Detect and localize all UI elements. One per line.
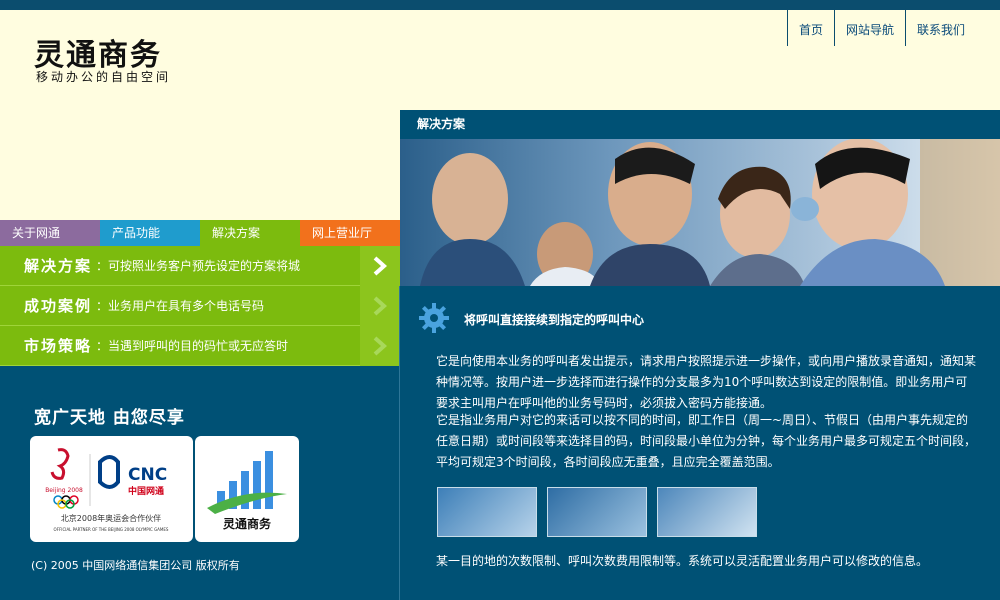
menu-item-strategy[interactable]: 市场策略 ：当遇到呼叫的目的码忙或无应答时 xyxy=(0,326,400,366)
thumbnail-laptop[interactable] xyxy=(437,487,537,537)
top-bar xyxy=(0,0,1000,10)
menu-item-desc: ：业务用户在具有多个电话号码 xyxy=(96,299,265,313)
nav-sitemap[interactable]: 网站导航 xyxy=(833,10,905,46)
partner-line2: OFFICIAL PARTNER OF THE BEIJING 2008 OLY… xyxy=(54,527,169,532)
menu-item-title: 市场策略 xyxy=(24,337,93,355)
product-logo-card[interactable]: 灵通商务 xyxy=(195,436,299,542)
thumbnail-keyboard[interactable] xyxy=(657,487,757,537)
menu-item-cases[interactable]: 成功案例 ：业务用户在具有多个电话号码 xyxy=(0,286,400,326)
top-nav: 首页 网站导航 联系我们 xyxy=(786,10,976,46)
chevron-right-icon[interactable] xyxy=(360,246,400,286)
solution-menu: 解决方案 ：可按照业务客户预先设定的方案将城 成功案例 ：业务用户在具有多个电话… xyxy=(0,246,400,366)
bar-chart-logo-icon: 灵通商务 xyxy=(207,451,287,531)
banner-people-graphic xyxy=(420,139,1000,286)
logo-subtitle: 移动办公的自由空间 xyxy=(36,70,172,84)
slogan: 宽广天地 由您尽享 xyxy=(34,408,185,428)
header-fill xyxy=(0,110,400,220)
banner-image xyxy=(400,139,1000,286)
menu-item-desc: ：当遇到呼叫的目的码忙或无应答时 xyxy=(96,339,289,353)
nav-home[interactable]: 首页 xyxy=(786,10,834,46)
cnc-text: CNC xyxy=(128,465,167,485)
tab-products[interactable]: 产品功能 xyxy=(100,220,200,246)
thumbnail-notebook[interactable] xyxy=(547,487,647,537)
tab-solutions[interactable]: 解决方案 xyxy=(200,220,300,246)
content-paragraph-1: 它是向使用本业务的呼叫者发出提示，请求用户按照提示进一步操作，或向用户播放录音通… xyxy=(436,354,977,410)
menu-item-title: 解决方案 xyxy=(24,257,93,275)
chevron-right-icon[interactable] xyxy=(360,326,400,366)
thumbnail-row xyxy=(437,487,757,537)
content-title: 将呼叫直接接续到指定的呼叫中心 xyxy=(464,313,645,327)
cnc-cn-text: 中国网通 xyxy=(128,485,164,497)
olympic-partner-logo: Beijing 2008 CNC 中国网通 北京2008年奥运会合作伙伴 OFF… xyxy=(45,448,169,532)
content-paragraph-2: 它是指业务用户对它的来话可以按不同的时间，即工作日（周一~周日）、节假日（由用户… xyxy=(436,413,977,469)
partner-line1: 北京2008年奥运会合作伙伴 xyxy=(61,513,161,523)
copyright: (C) 2005 中国网络通信集团公司 版权所有 xyxy=(31,559,240,572)
menu-item-title: 成功案例 xyxy=(24,297,93,315)
content-header: 将呼叫直接接续到指定的呼叫中心 xyxy=(418,302,644,337)
gear-icon xyxy=(418,302,450,337)
chevron-right-icon[interactable] xyxy=(360,286,400,326)
product-logo-text: 灵通商务 xyxy=(223,516,272,531)
section-title-bar: 解决方案 xyxy=(400,110,1000,139)
vertical-divider xyxy=(399,286,400,600)
partner-logo-card[interactable]: Beijing 2008 CNC 中国网通 北京2008年奥运会合作伙伴 OFF… xyxy=(30,436,193,542)
tab-online-hall[interactable]: 网上营业厅 xyxy=(300,220,400,246)
beijing-text: Beijing 2008 xyxy=(45,487,83,494)
menu-item-solutions[interactable]: 解决方案 ：可按照业务客户预先设定的方案将城 xyxy=(0,246,400,286)
content-footer-note: 某一目的地的次数限制、呼叫次数费用限制等。系统可以灵活配置业务用户可以修改的信息… xyxy=(436,554,929,568)
tab-about[interactable]: 关于网通 xyxy=(0,220,100,246)
main-tabs: 关于网通 产品功能 解决方案 网上营业厅 xyxy=(0,220,400,246)
nav-contact[interactable]: 联系我们 xyxy=(904,10,976,46)
menu-item-desc: ：可按照业务客户预先设定的方案将城 xyxy=(96,259,301,273)
